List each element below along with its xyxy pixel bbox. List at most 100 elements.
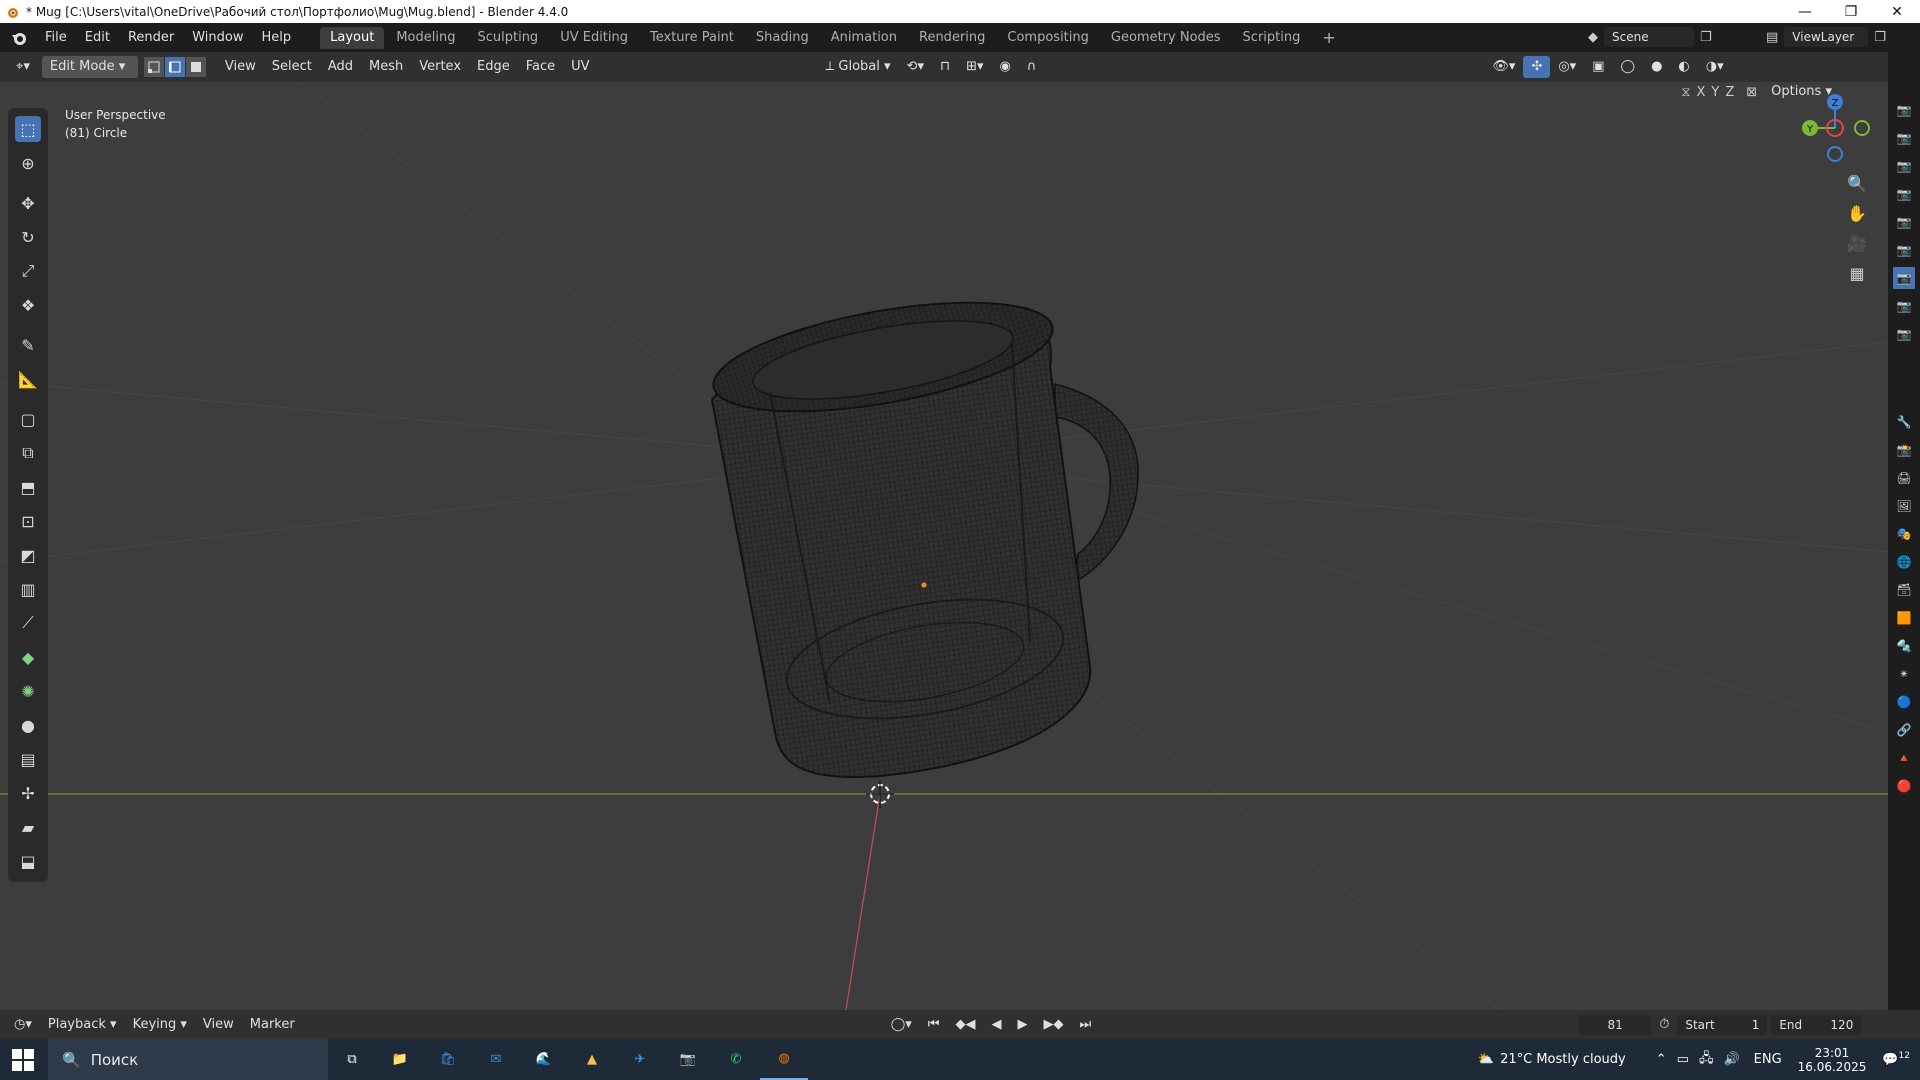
timeline-menu-keying[interactable]: Keying ▾ xyxy=(125,1014,195,1036)
store-icon[interactable]: 🛍 xyxy=(424,1039,472,1080)
rotate-tool[interactable]: ↻ xyxy=(8,220,48,254)
viewlayer-selector[interactable]: ▤ ViewLayer ❐ xyxy=(1766,26,1886,48)
camera-toggle-icon[interactable]: 📷 xyxy=(1893,323,1915,345)
face-select-icon[interactable] xyxy=(185,57,206,77)
tab-shading[interactable]: Shading xyxy=(746,27,819,49)
edge-slide-tool[interactable]: ▤ xyxy=(8,742,48,776)
whatsapp-icon[interactable]: ✆ xyxy=(712,1039,760,1080)
header-menu-edge[interactable]: Edge xyxy=(469,56,518,78)
pivot-point-icon[interactable]: ⟲▾ xyxy=(899,56,932,78)
editor-type-icon[interactable]: ⌖▾ xyxy=(8,56,38,78)
mirror-options-icon[interactable]: ⧖ xyxy=(1681,85,1690,100)
rip-region-tool[interactable]: ⬓ xyxy=(8,844,48,878)
timeline-menu-view[interactable]: View xyxy=(195,1014,242,1036)
mode-dropdown[interactable]: Edit Mode ▾ xyxy=(41,56,138,78)
tool-properties-icon[interactable]: 🔧 xyxy=(1893,411,1915,433)
mirror-x-toggle[interactable]: X xyxy=(1696,85,1705,100)
header-menu-vertex[interactable]: Vertex xyxy=(411,56,469,78)
menu-file[interactable]: File xyxy=(36,27,76,49)
tab-compositing[interactable]: Compositing xyxy=(997,27,1099,49)
taskbar-search[interactable]: 🔍 Поиск xyxy=(48,1039,328,1080)
material-properties-icon[interactable]: 🔴 xyxy=(1893,775,1915,797)
scene-selector[interactable]: ◆ Scene ❐ xyxy=(1588,26,1712,48)
menu-edit[interactable]: Edit xyxy=(76,27,119,49)
world-properties-icon[interactable]: 🌐 xyxy=(1893,551,1915,573)
menu-help[interactable]: Help xyxy=(253,27,301,49)
proportional-edit-icon[interactable]: ◉ xyxy=(992,56,1019,78)
weather-icon[interactable]: ⛅ xyxy=(1478,1052,1494,1067)
ortho-grid-icon[interactable]: ▦ xyxy=(1842,258,1872,288)
physics-properties-icon[interactable]: 🔵 xyxy=(1893,691,1915,713)
shading-wireframe-icon[interactable]: ◯ xyxy=(1613,56,1644,78)
header-menu-view[interactable]: View xyxy=(217,56,264,78)
end-frame-field[interactable]: End 120 xyxy=(1771,1014,1862,1035)
tab-animation[interactable]: Animation xyxy=(821,27,907,49)
edge-select-icon[interactable] xyxy=(164,57,185,77)
move-tool[interactable]: ✥ xyxy=(8,186,48,220)
data-properties-icon[interactable]: 🔺 xyxy=(1893,747,1915,769)
network-icon[interactable]: 🖧 xyxy=(1699,1049,1714,1071)
header-menu-uv[interactable]: UV xyxy=(563,56,597,78)
transform-tool[interactable]: ❖ xyxy=(8,288,48,322)
camera-toggle-icon[interactable]: 📷 xyxy=(1893,295,1915,317)
pan-hand-icon[interactable]: ✋ xyxy=(1842,198,1872,228)
header-menu-mesh[interactable]: Mesh xyxy=(361,56,411,78)
camera-toggle-icon[interactable]: 📷 xyxy=(1893,155,1915,177)
timeline-menu-marker[interactable]: Marker xyxy=(242,1014,303,1036)
camera-toggle-icon[interactable]: 📷 xyxy=(1893,211,1915,233)
header-menu-add[interactable]: Add xyxy=(320,56,361,78)
task-view-icon[interactable]: ⧉ xyxy=(328,1039,376,1080)
viewlayer-name-field[interactable]: ViewLayer xyxy=(1784,27,1869,47)
camera-view-icon[interactable]: 🎥 xyxy=(1842,228,1872,258)
app-triangle-icon[interactable]: ▲ xyxy=(568,1039,616,1080)
snap-icon[interactable]: ⊓ xyxy=(932,56,958,78)
blender-menu-icon[interactable] xyxy=(10,29,28,47)
timeline-menu-playback[interactable]: Playback ▾ xyxy=(40,1014,125,1036)
volume-icon[interactable]: 🔊 xyxy=(1723,1052,1739,1067)
shading-rendered-icon[interactable]: ◑▾ xyxy=(1698,56,1732,78)
jump-keyframe-back-icon[interactable]: ◆◀ xyxy=(947,1014,983,1036)
jump-end-icon[interactable]: ⏭ xyxy=(1071,1014,1099,1036)
tab-texture-paint[interactable]: Texture Paint xyxy=(640,27,744,49)
bevel-tool[interactable]: ◩ xyxy=(8,538,48,572)
measure-tool[interactable]: 📐 xyxy=(8,362,48,396)
modifier-properties-icon[interactable]: 🔩 xyxy=(1893,635,1915,657)
timeline-editor-icon[interactable]: ◷▾ xyxy=(6,1014,40,1036)
3d-viewport[interactable]: User Perspective (81) Circle ⬚ ⊕ ✥ ↻ ⤢ ❖… xyxy=(0,82,1888,1010)
falloff-icon[interactable]: ∩ xyxy=(1019,56,1045,78)
shading-material-icon[interactable]: ◐ xyxy=(1670,56,1697,78)
smooth-tool[interactable]: ● xyxy=(8,708,48,742)
jump-start-icon[interactable]: ⏮ xyxy=(920,1014,948,1036)
zoom-icon[interactable]: 🔍 xyxy=(1842,168,1872,198)
tab-scripting[interactable]: Scripting xyxy=(1233,27,1311,49)
xray-icon[interactable]: ▣ xyxy=(1584,56,1612,78)
telegram-icon[interactable]: ✈ xyxy=(616,1039,664,1080)
tab-sculpting[interactable]: Sculpting xyxy=(467,27,548,49)
tab-geometry-nodes[interactable]: Geometry Nodes xyxy=(1101,27,1231,49)
gizmo-toggle-icon[interactable]: ✣ xyxy=(1523,56,1551,78)
camera-toggle-icon[interactable]: 📷 xyxy=(1893,183,1915,205)
poly-build-tool[interactable]: ◆ xyxy=(8,640,48,674)
header-menu-select[interactable]: Select xyxy=(264,56,320,78)
start-frame-field[interactable]: Start 1 xyxy=(1677,1014,1768,1035)
shading-solid-icon[interactable]: ● xyxy=(1643,56,1670,78)
preview-range-icon[interactable]: ⏱ xyxy=(1651,1014,1677,1036)
tab-modeling[interactable]: Modeling xyxy=(386,27,465,49)
menu-window[interactable]: Window xyxy=(183,27,252,49)
new-scene-icon[interactable]: ❐ xyxy=(1700,30,1712,45)
new-viewlayer-icon[interactable]: ❐ xyxy=(1874,30,1886,45)
cursor-tool[interactable]: ⊕ xyxy=(8,146,48,180)
blender-taskbar-icon[interactable]: ◍ xyxy=(760,1039,808,1080)
auto-merge-icon[interactable]: ⊠ xyxy=(1746,85,1757,100)
auto-keying-icon[interactable]: ◯▾ xyxy=(883,1014,920,1036)
mail-icon[interactable]: ✉ xyxy=(472,1039,520,1080)
add-workspace-button[interactable]: + xyxy=(1312,27,1345,49)
tray-overflow-icon[interactable]: ⌃ xyxy=(1656,1052,1667,1067)
tab-layout[interactable]: Layout xyxy=(320,26,385,49)
scale-tool[interactable]: ⤢ xyxy=(8,254,48,288)
menu-render[interactable]: Render xyxy=(119,27,183,49)
camera-toggle-icon[interactable]: 📷 xyxy=(1893,127,1915,149)
add-cube-tool[interactable]: ▢ xyxy=(8,402,48,436)
axis-gizmo[interactable]: Z Y xyxy=(1792,88,1872,168)
file-explorer-icon[interactable]: 📁 xyxy=(376,1039,424,1080)
